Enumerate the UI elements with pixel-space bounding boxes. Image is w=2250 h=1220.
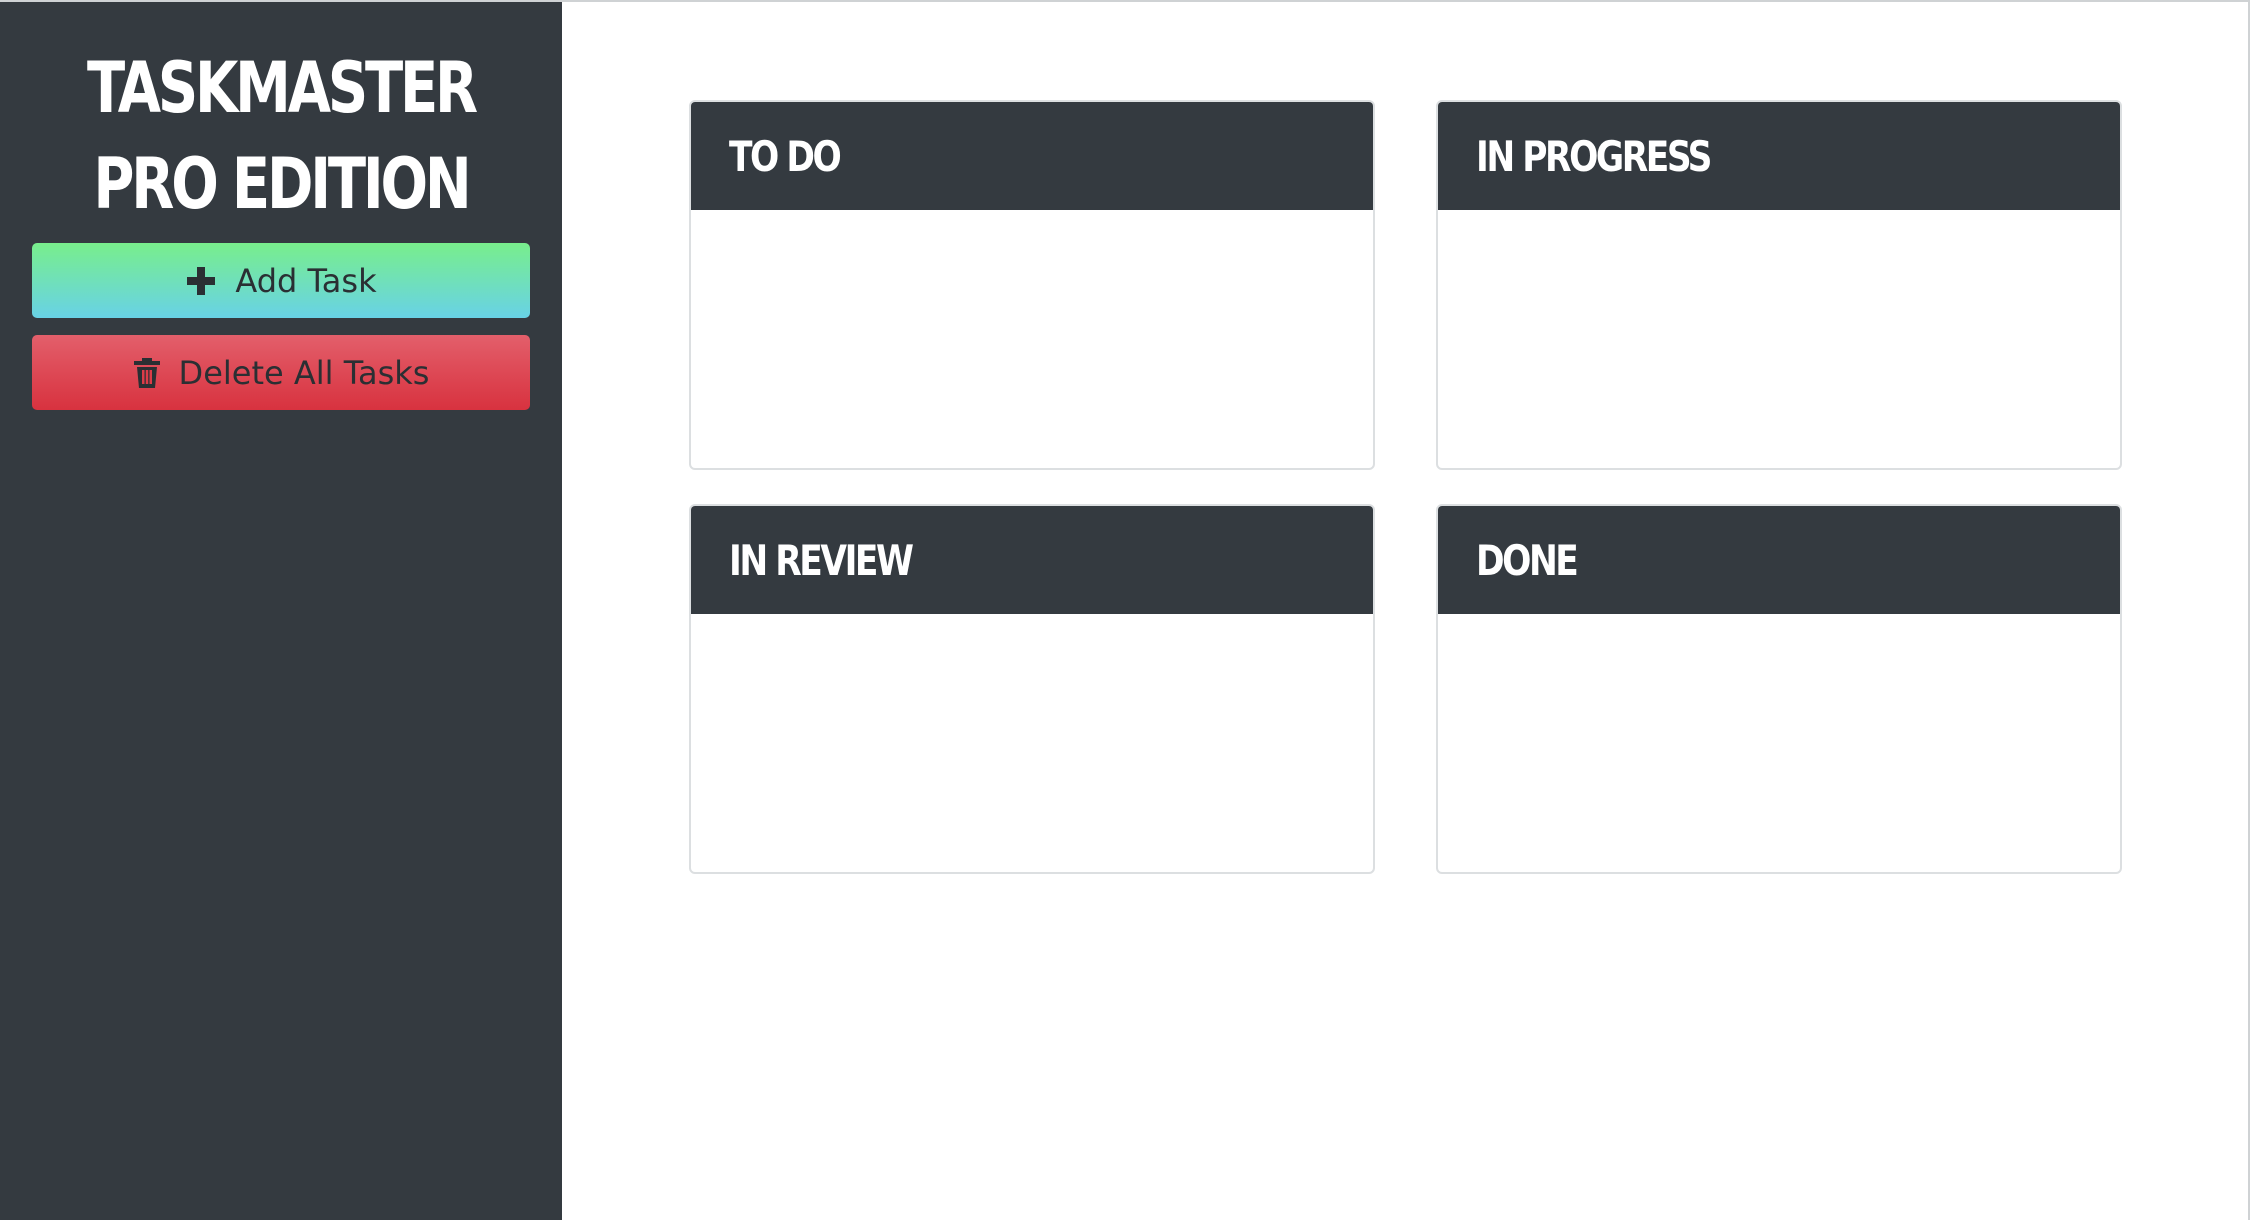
column-title: IN REVIEW	[729, 535, 914, 585]
column-in-review[interactable]: IN REVIEW	[689, 504, 1375, 874]
add-task-label: Add Task	[235, 261, 377, 300]
column-dropzone[interactable]	[1438, 210, 2120, 468]
plus-icon	[185, 265, 217, 297]
column-title: IN PROGRESS	[1476, 131, 1712, 181]
column-dropzone[interactable]	[1438, 614, 2120, 872]
column-header: IN REVIEW	[691, 506, 1373, 614]
column-header: IN PROGRESS	[1438, 102, 2120, 210]
task-board: TO DO IN PROGRESS IN REVIEW DONE	[562, 2, 2248, 1220]
column-title: TO DO	[729, 131, 842, 181]
app-title: TASKMASTER PRO EDITION	[87, 47, 478, 225]
column-dropzone[interactable]	[691, 210, 1373, 468]
column-dropzone[interactable]	[691, 614, 1373, 872]
app-window: TASKMASTER PRO EDITION Add Task Delete A…	[0, 0, 2250, 1220]
delete-all-tasks-button[interactable]: Delete All Tasks	[32, 335, 530, 410]
delete-all-tasks-label: Delete All Tasks	[178, 353, 430, 392]
sidebar: TASKMASTER PRO EDITION Add Task Delete A…	[0, 2, 562, 1220]
column-done[interactable]: DONE	[1436, 504, 2122, 874]
add-task-button[interactable]: Add Task	[32, 243, 530, 318]
column-in-progress[interactable]: IN PROGRESS	[1436, 100, 2122, 470]
trash-icon	[133, 357, 161, 389]
column-title: DONE	[1476, 535, 1579, 585]
column-header: DONE	[1438, 506, 2120, 614]
column-todo[interactable]: TO DO	[689, 100, 1375, 470]
column-header: TO DO	[691, 102, 1373, 210]
